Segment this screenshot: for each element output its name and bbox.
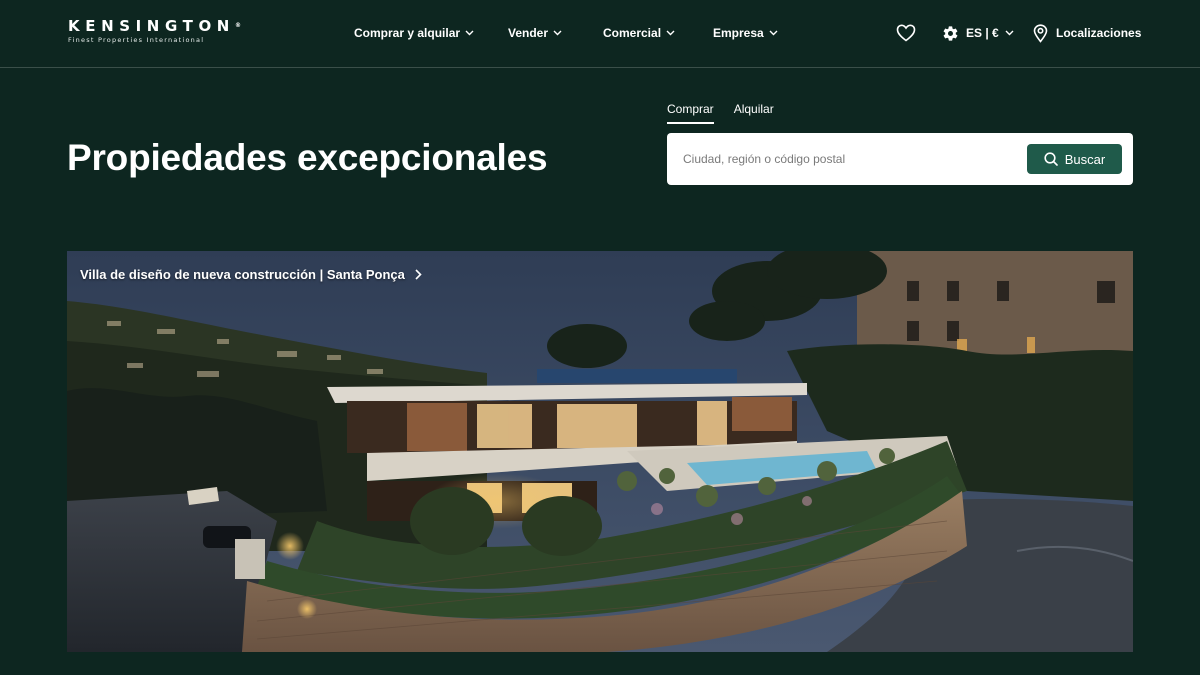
nav-label: Vender xyxy=(508,26,549,40)
nav-empresa[interactable]: Empresa xyxy=(713,24,778,42)
featured-property-image xyxy=(67,251,1133,652)
search-box: Buscar xyxy=(667,133,1133,185)
chevron-down-icon xyxy=(465,30,474,36)
chevron-down-icon xyxy=(553,30,562,36)
caption-text: Villa de diseño de nueva construcción | … xyxy=(80,267,405,282)
search-button[interactable]: Buscar xyxy=(1027,144,1122,174)
chevron-down-icon xyxy=(769,30,778,36)
search-tabs: Comprar Alquilar xyxy=(667,102,794,124)
title-light: Propiedades xyxy=(67,137,287,178)
favorites-button[interactable] xyxy=(896,22,918,44)
featured-property-card[interactable]: Villa de diseño de nueva construcción | … xyxy=(67,251,1133,652)
kensington-logo[interactable]: KENSINGTON® Finest Properties Internatio… xyxy=(68,17,241,48)
logo-tagline: Finest Properties International xyxy=(68,36,205,44)
site-header: KENSINGTON® Finest Properties Internatio… xyxy=(0,0,1200,68)
language-currency-selector[interactable]: ES | € xyxy=(942,22,1014,44)
nav-label: Comercial xyxy=(603,26,662,40)
chevron-down-icon xyxy=(666,30,675,36)
nav-vender[interactable]: Vender xyxy=(508,24,603,42)
locations-label: Localizaciones xyxy=(1056,26,1142,40)
tab-alquilar[interactable]: Alquilar xyxy=(734,102,774,124)
nav-comercial[interactable]: Comercial xyxy=(603,24,713,42)
heart-icon xyxy=(896,24,916,42)
tab-comprar[interactable]: Comprar xyxy=(667,102,714,124)
chevron-right-icon xyxy=(415,269,422,280)
map-pin-icon xyxy=(1033,23,1048,43)
search-input[interactable] xyxy=(683,147,1013,171)
registered-mark: ® xyxy=(234,22,241,29)
nav-label: Empresa xyxy=(713,26,764,40)
main-nav: Comprar y alquilar Vender Comercial Empr… xyxy=(354,24,778,42)
language-currency-label: ES | € xyxy=(966,26,999,40)
chevron-down-icon xyxy=(1005,30,1014,36)
logo-wordmark: KENSINGTON xyxy=(68,17,235,35)
nav-comprar-y-alquilar[interactable]: Comprar y alquilar xyxy=(354,24,508,42)
featured-property-caption: Villa de diseño de nueva construcción | … xyxy=(80,267,422,282)
title-bold: excepcionales xyxy=(296,137,548,178)
gear-icon xyxy=(943,25,958,41)
search-button-label: Buscar xyxy=(1064,151,1106,167)
locations-link[interactable]: Localizaciones xyxy=(1033,22,1141,44)
page-title: Propiedades excepcionales xyxy=(67,136,548,180)
nav-label: Comprar y alquilar xyxy=(354,26,461,40)
search-icon xyxy=(1044,152,1058,166)
